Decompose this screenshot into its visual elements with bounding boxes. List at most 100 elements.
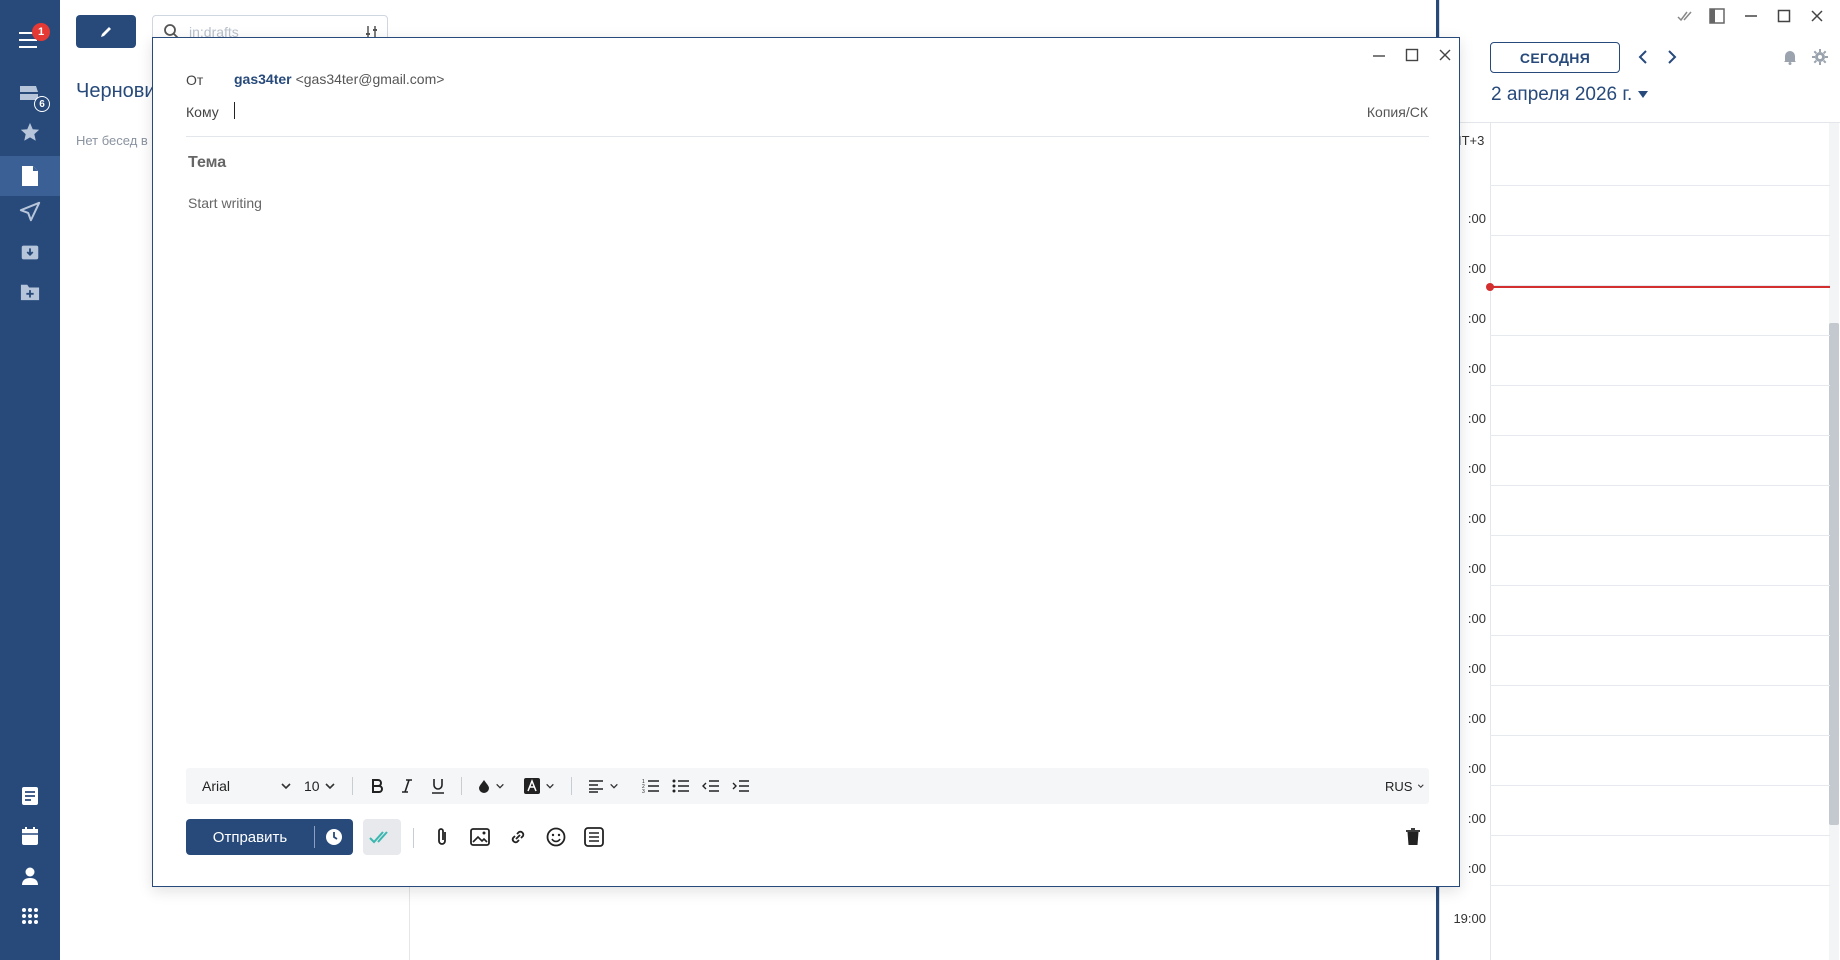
panel-toggle-icon[interactable] (1707, 6, 1727, 26)
sidebar-item-apps[interactable] (14, 900, 46, 932)
clock-icon (326, 829, 342, 845)
chevron-left-icon (1638, 50, 1647, 64)
chevron-down-icon (1418, 784, 1425, 788)
trash-icon (1406, 828, 1420, 845)
send-label: Отправить (212, 828, 288, 846)
align-button[interactable] (588, 768, 622, 804)
bullet-list-button[interactable] (672, 768, 690, 804)
emoji-button[interactable] (543, 824, 569, 850)
body-editor[interactable]: Start writing (188, 195, 262, 211)
discard-draft-button[interactable] (1400, 824, 1426, 850)
bell-icon[interactable] (1780, 47, 1800, 67)
compose-close-button[interactable] (1434, 44, 1456, 66)
formatting-toolbar: Arial 10 123 RUS (186, 768, 1429, 804)
numbered-list-button[interactable]: 123 (642, 768, 660, 804)
sidebar-item-starred[interactable] (14, 116, 46, 148)
attach-button[interactable] (429, 824, 455, 850)
cc-bcc-link[interactable]: Копия/СК (1367, 104, 1428, 120)
hour-line (1490, 785, 1830, 786)
paperclip-icon (438, 828, 446, 845)
read-all-icon[interactable] (1676, 6, 1696, 26)
calendar-icon (22, 827, 38, 845)
calendar-scrollbar[interactable] (1829, 323, 1839, 825)
calendar-header-line (1440, 122, 1840, 123)
indent-button[interactable] (732, 768, 750, 804)
window-close-icon[interactable] (1807, 6, 1827, 26)
schedule-send-button[interactable] (315, 828, 353, 846)
hour-line (1490, 585, 1830, 586)
inbox-count-badge: 6 (34, 96, 50, 112)
timezone-label: IT+3 (1458, 133, 1485, 148)
read-receipt-toggle[interactable] (363, 819, 401, 855)
sidebar-item-drafts[interactable] (0, 156, 60, 196)
sidebar-item-calendar[interactable] (14, 820, 46, 852)
double-check-icon (369, 831, 388, 844)
apps-grid-icon (22, 908, 38, 924)
svg-text:3: 3 (642, 789, 645, 793)
hour-line (1490, 535, 1830, 536)
window-maximize-icon[interactable] (1774, 6, 1794, 26)
to-label: Кому (186, 104, 219, 120)
font-size-select[interactable]: 10 (304, 768, 336, 804)
contacts-icon (22, 867, 38, 885)
image-icon (470, 828, 490, 846)
from-field[interactable]: gas34ter <gas34ter@gmail.com> (234, 71, 444, 87)
sidebar-item-sent[interactable] (14, 196, 46, 228)
subject-input[interactable]: Тема (188, 154, 226, 172)
underline-button[interactable] (431, 768, 445, 804)
insert-link-button[interactable] (505, 824, 531, 850)
current-time-dot (1486, 283, 1494, 291)
empty-list-text: Нет бесед в (76, 133, 148, 148)
hour-line (1490, 635, 1830, 636)
italic-button[interactable] (401, 768, 413, 804)
bold-button[interactable] (371, 768, 383, 804)
calendar-panel: СЕГОДНЯ 2 апреля 2026 г. IT+3 :00:00:00:… (1439, 0, 1840, 960)
hour-line (1490, 185, 1830, 186)
window-minimize-icon[interactable] (1741, 6, 1761, 26)
font-family-select[interactable]: Arial (202, 768, 292, 804)
text-color-button[interactable] (478, 768, 508, 804)
toolbar-separator (571, 777, 572, 795)
to-field[interactable] (234, 102, 235, 119)
gear-icon[interactable] (1810, 47, 1830, 67)
caret-down-icon (1638, 91, 1649, 99)
hour-line (1490, 735, 1830, 736)
send-button[interactable]: Отправить (186, 819, 353, 855)
hour-line (1490, 885, 1830, 886)
language-select[interactable]: RUS (1385, 768, 1425, 804)
menu-notification-badge: 1 (32, 23, 50, 41)
next-day-button[interactable] (1662, 47, 1682, 67)
archive-icon (21, 245, 39, 260)
numbered-list-icon: 123 (642, 779, 659, 793)
chevron-down-icon (281, 783, 291, 790)
sidebar-item-notes[interactable] (14, 780, 46, 812)
compose-minimize-button[interactable] (1368, 44, 1390, 66)
prev-day-button[interactable] (1633, 47, 1653, 67)
from-email: <gas34ter@gmail.com> (295, 71, 445, 87)
calendar-date-picker[interactable]: 2 апреля 2026 г. (1491, 84, 1649, 106)
compose-maximize-button[interactable] (1401, 44, 1423, 66)
header-divider (186, 136, 1429, 137)
insert-image-button[interactable] (467, 824, 493, 850)
compose-button[interactable] (76, 15, 136, 48)
bullet-list-icon (672, 779, 689, 793)
template-icon (584, 827, 604, 847)
hour-line (1490, 335, 1830, 336)
chevron-down-icon (325, 783, 335, 790)
sidebar-item-archive[interactable] (14, 236, 46, 268)
template-button[interactable] (581, 824, 607, 850)
highlight-color-button[interactable] (524, 768, 558, 804)
today-button[interactable]: СЕГОДНЯ (1490, 42, 1620, 73)
minimize-icon (1373, 55, 1385, 57)
highlight-icon (524, 778, 540, 794)
indent-icon (732, 780, 749, 792)
droplet-icon (479, 780, 489, 793)
sidebar-item-contacts[interactable] (14, 860, 46, 892)
sidebar-item-add-folder[interactable] (14, 276, 46, 308)
sidebar-item-inbox[interactable]: 6 (14, 78, 50, 112)
chevron-right-icon (1668, 50, 1677, 64)
outdent-button[interactable] (702, 768, 720, 804)
align-left-icon (589, 780, 603, 793)
current-time-line (1490, 286, 1830, 288)
folder-add-icon (20, 284, 40, 301)
